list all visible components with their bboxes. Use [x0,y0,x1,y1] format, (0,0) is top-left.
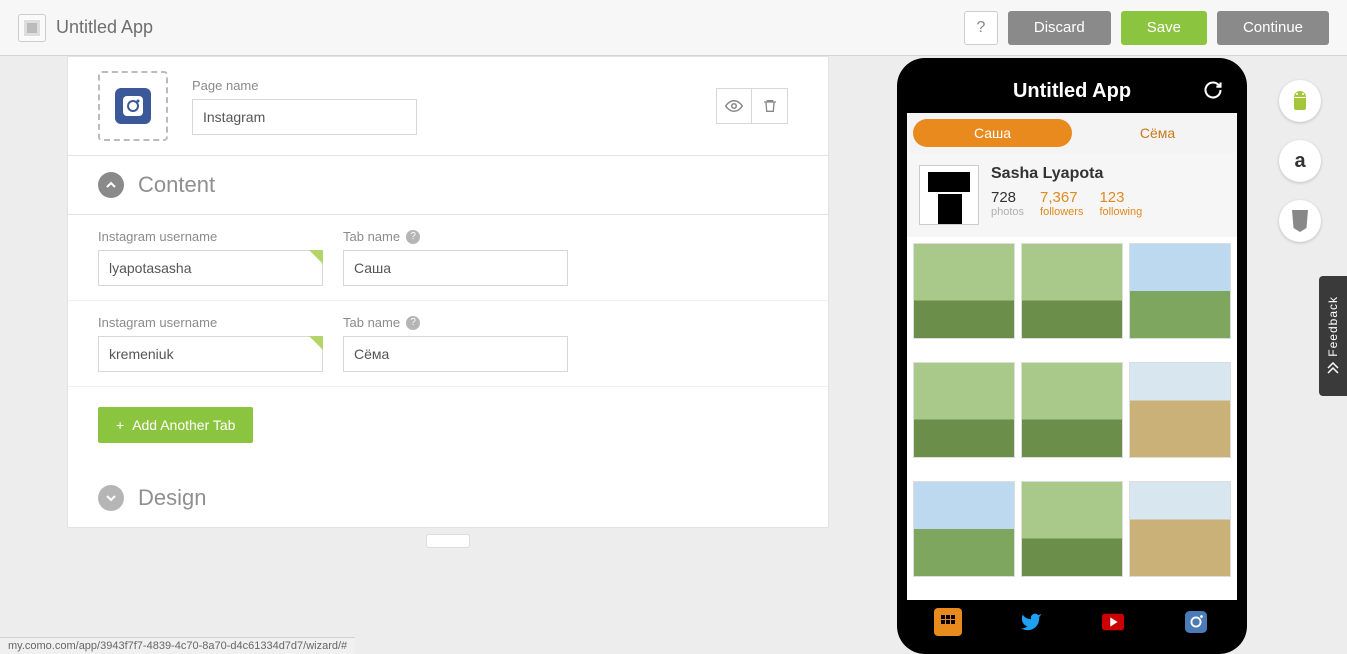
top-header: Untitled App ? Discard Save Continue [0,0,1347,56]
help-icon[interactable]: ? [406,316,420,330]
chevron-down-icon [98,485,124,511]
preview-profile: Sasha Lyapota 728 photos 7,367 followers… [907,153,1237,237]
page-name-label: Page name [192,78,798,93]
preview-tab-active[interactable]: Саша [913,119,1072,147]
amazon-icon[interactable]: a [1279,140,1321,182]
feedback-tab[interactable]: Feedback [1319,276,1347,396]
photo-thumb[interactable] [1021,362,1123,458]
content-section-header[interactable]: Content [68,156,828,215]
continue-button[interactable]: Continue [1217,11,1329,45]
add-tab-label: Add Another Tab [132,417,235,433]
photo-thumb[interactable] [1129,481,1231,577]
help-button[interactable]: ? [964,11,998,45]
username-label: Instagram username [98,315,323,330]
app-icon [18,14,46,42]
instagram-icon [115,88,151,124]
stat-following: 123 following [1099,189,1142,218]
discard-button[interactable]: Discard [1008,11,1111,45]
nav-instagram-icon[interactable] [1182,608,1210,636]
nav-youtube-icon[interactable] [1099,608,1127,636]
design-title: Design [138,485,206,511]
tabname-input-1[interactable] [343,250,568,286]
content-row-1: Instagram username Tab name ? [68,215,828,301]
username-input-2[interactable] [98,336,323,372]
refresh-icon[interactable] [1203,80,1223,106]
stat-photos: 728 photos [991,189,1024,218]
nav-grid-icon[interactable] [934,608,962,636]
preview-icon[interactable] [716,88,752,124]
preview-tabs: Саша Сёма [907,113,1237,153]
help-icon[interactable]: ? [406,230,420,244]
header-buttons: ? Discard Save Continue [964,11,1329,45]
preview-tab-inactive[interactable]: Сёма [1078,113,1237,153]
editor-panel: Page name Content I [67,56,829,548]
tabname-input-2[interactable] [343,336,568,372]
android-icon[interactable] [1279,80,1321,122]
photo-thumb[interactable] [1021,243,1123,339]
editor-card: Page name Content I [67,56,829,528]
add-tab-button[interactable]: + Add Another Tab [98,407,253,443]
username-input-1[interactable] [98,250,323,286]
design-section-header[interactable]: Design [68,469,828,527]
phone-preview: Untitled App Саша Сёма Sasha Lyapota 728… [897,58,1247,654]
username-label: Instagram username [98,229,323,244]
platform-selector: a [1279,80,1321,242]
photo-thumb[interactable] [1129,362,1231,458]
status-url: my.como.com/app/3943f7f7-4839-4c70-8a70-… [0,637,355,654]
stat-followers: 7,367 followers [1040,189,1083,218]
add-tab-row: + Add Another Tab [68,387,828,469]
preview-nav [907,600,1237,644]
photo-thumb[interactable] [1129,243,1231,339]
feedback-label: Feedback [1326,296,1340,357]
page-section: Page name [68,57,828,156]
nav-twitter-icon[interactable] [1017,608,1045,636]
photo-thumb[interactable] [913,362,1015,458]
chevron-up-icon [98,172,124,198]
page-icon-dropzone[interactable] [98,71,168,141]
plus-icon: + [116,417,124,433]
photo-thumb[interactable] [913,481,1015,577]
html5-icon[interactable] [1279,200,1321,242]
tabname-label: Tab name [343,229,400,244]
content-row-2: Instagram username Tab name ? [68,301,828,387]
tabname-label: Tab name [343,315,400,330]
photo-thumb[interactable] [1021,481,1123,577]
photo-grid [907,237,1237,600]
profile-name: Sasha Lyapota [991,165,1225,183]
avatar [919,165,979,225]
photo-thumb[interactable] [913,243,1015,339]
preview-title: Untitled App [1013,80,1131,102]
page-name-input[interactable] [192,99,417,135]
delete-icon[interactable] [752,88,788,124]
save-button[interactable]: Save [1121,11,1207,45]
content-title: Content [138,172,215,198]
preview-header: Untitled App [907,68,1237,113]
app-title: Untitled App [56,17,964,38]
collapse-handle[interactable] [426,534,470,548]
